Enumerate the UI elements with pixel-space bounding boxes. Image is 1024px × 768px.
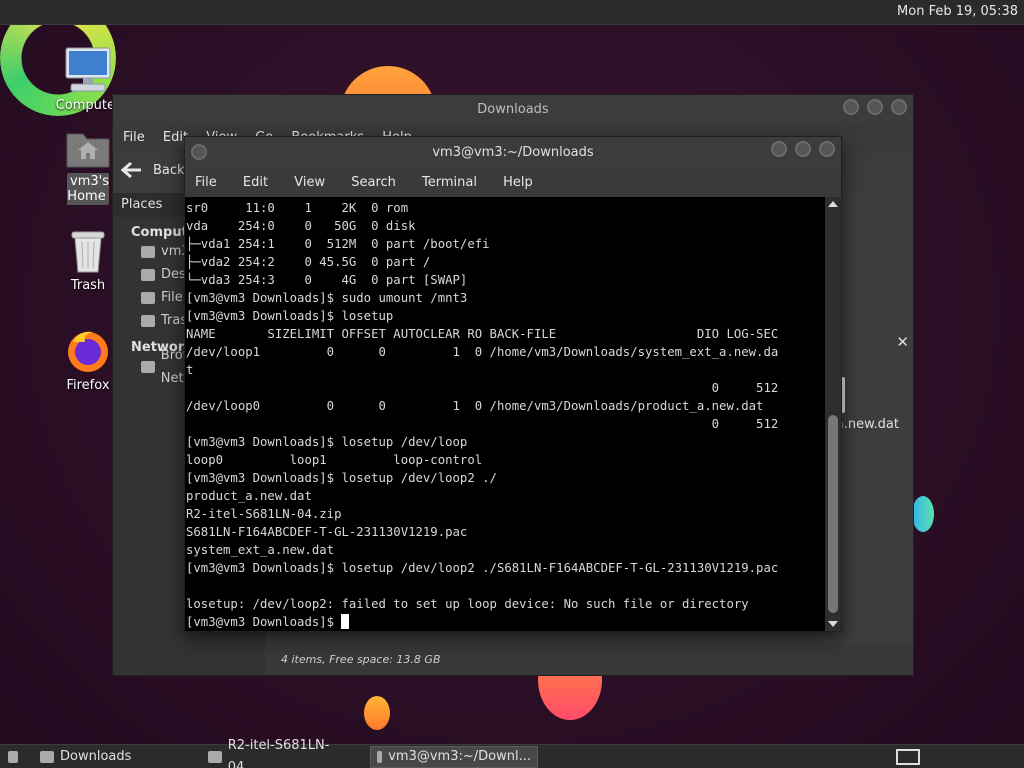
file-manager-statusbar: 4 items, Free space: 13.8 GB: [265, 645, 913, 675]
menu-edit[interactable]: Edit: [243, 175, 268, 190]
back-arrow-icon: [121, 161, 141, 179]
terminal-cursor: [341, 614, 350, 629]
minimize-button[interactable]: [771, 141, 787, 157]
terminal-output: sr0 11:0 1 2K 0 rom vda 254:0 0 50G 0 di…: [185, 197, 825, 631]
terminal-line: ├─vda1 254:1 0 512M 0 part /boot/efi: [186, 237, 490, 251]
taskbar-item-terminal[interactable]: vm3@vm3:~/Downl...: [370, 746, 538, 768]
top-panel: Mon Feb 19, 05:38: [0, 0, 1024, 25]
menu-view[interactable]: View: [294, 175, 325, 190]
menu-file[interactable]: File: [123, 130, 145, 145]
terminal-line: [vm3@vm3 Downloads]$ losetup /dev/loop2 …: [186, 471, 497, 485]
desktop-icon-label: Computer: [55, 98, 121, 113]
taskbar-item-label: R2-itel-S681LN-04....: [227, 738, 330, 768]
close-button[interactable]: [891, 99, 907, 115]
menu-terminal[interactable]: Terminal: [422, 175, 477, 190]
taskbar-item-zip[interactable]: R2-itel-S681LN-04....: [202, 738, 366, 768]
terminal-line: vda 254:0 0 50G 0 disk: [186, 219, 416, 233]
menu-help[interactable]: Help: [503, 175, 533, 190]
taskbar-item-label: Downloads: [60, 749, 132, 764]
menu-file[interactable]: File: [195, 175, 217, 190]
terminal-line: [vm3@vm3 Downloads]$ losetup /dev/loop2 …: [186, 561, 779, 575]
window-title: vm3@vm3:~/Downloads: [432, 145, 594, 160]
terminal-line: NAME SIZELIMIT OFFSET AUTOCLEAR RO BACK-…: [186, 327, 779, 341]
taskbar: Downloads R2-itel-S681LN-04.... vm3@vm3:…: [0, 738, 1024, 768]
terminal-line: t: [186, 363, 194, 377]
terminal-window[interactable]: vm3@vm3:~/Downloads File Edit View Searc…: [184, 136, 842, 632]
terminal-line: [vm3@vm3 Downloads]$ sudo umount /mnt3: [186, 291, 468, 305]
desktop: Mon Feb 19, 05:38 Computer vm3's Home Tr…: [0, 0, 1024, 768]
close-icon[interactable]: ✕: [896, 333, 909, 351]
archive-icon: [208, 751, 222, 763]
terminal-line: 0 512: [186, 417, 779, 431]
terminal-line: R2-itel-S681LN-04.zip: [186, 507, 342, 521]
terminal-line: [vm3@vm3 Downloads]$ losetup /dev/loop: [186, 435, 468, 449]
maximize-button[interactable]: [867, 99, 883, 115]
wallpaper-teal-shape: [912, 496, 934, 532]
maximize-button[interactable]: [795, 141, 811, 157]
desktop-icon-label: vm3's Home: [67, 173, 109, 205]
terminal-scrollbar[interactable]: [825, 197, 841, 631]
window-menu-button[interactable]: [191, 144, 207, 160]
file-item-label[interactable]: a.new.dat: [836, 417, 899, 432]
terminal-titlebar[interactable]: vm3@vm3:~/Downloads: [185, 137, 841, 169]
file-manager-titlebar[interactable]: Downloads: [113, 95, 913, 125]
terminal-line: 0 512: [186, 381, 779, 395]
window-controls: [771, 141, 835, 157]
terminal-line: S681LN-F164ABCDEF-T-GL-231130V1219.pac: [186, 525, 468, 539]
desktop-icon: [8, 751, 18, 763]
home-icon: [141, 245, 155, 258]
network-icon: [141, 360, 155, 373]
terminal-line: /dev/loop1 0 0 1 0 /home/vm3/Downloads/s…: [186, 345, 779, 359]
computer-icon: [65, 47, 111, 92]
terminal-menubar: File Edit View Search Terminal Help: [185, 169, 841, 197]
folder-icon: [40, 751, 54, 763]
workspace-switcher[interactable]: [896, 749, 920, 765]
terminal-line: system_ext_a.new.dat: [186, 543, 335, 557]
show-desktop-button[interactable]: [2, 746, 24, 768]
back-button[interactable]: Back: [121, 161, 185, 179]
clock[interactable]: Mon Feb 19, 05:38: [897, 4, 1018, 19]
close-button[interactable]: [819, 141, 835, 157]
terminal-icon: [377, 751, 383, 763]
drive-icon: [141, 291, 155, 304]
terminal-line: └─vda3 254:3 0 4G 0 part [SWAP]: [186, 273, 468, 287]
taskbar-item-label: vm3@vm3:~/Downl...: [388, 749, 531, 764]
window-title: Downloads: [477, 102, 549, 117]
back-label: Back: [153, 162, 185, 178]
terminal-line: loop0 loop1 loop-control: [186, 453, 483, 467]
desktop-icon-label: Trash: [70, 278, 106, 293]
scroll-down-icon[interactable]: [828, 621, 838, 627]
scrollbar-thumb[interactable]: [828, 415, 838, 613]
scroll-up-icon[interactable]: [828, 201, 838, 207]
terminal-line: ├─vda2 254:2 0 45.5G 0 part /: [186, 255, 431, 269]
firefox-icon: [68, 331, 108, 372]
home-folder-icon: [66, 133, 110, 168]
desktop-icon-label: Firefox: [66, 378, 110, 393]
terminal-line: product_a.new.dat: [186, 489, 312, 503]
terminal-line: losetup: /dev/loop2: failed to set up lo…: [186, 597, 749, 611]
window-controls: [843, 99, 907, 115]
menu-search[interactable]: Search: [351, 175, 396, 190]
terminal-line: [vm3@vm3 Downloads]$ losetup: [186, 309, 394, 323]
terminal-output-area[interactable]: sr0 11:0 1 2K 0 rom vda 254:0 0 50G 0 di…: [185, 197, 825, 631]
terminal-line: /dev/loop0 0 0 1 0 /home/vm3/Downloads/p…: [186, 399, 764, 413]
minimize-button[interactable]: [843, 99, 859, 115]
wallpaper-small-shape: [364, 696, 390, 730]
trash-icon: [141, 314, 155, 327]
terminal-line: [vm3@vm3 Downloads]$: [186, 615, 342, 629]
terminal-line: sr0 11:0 1 2K 0 rom: [186, 201, 409, 215]
taskbar-item-downloads[interactable]: Downloads: [34, 746, 196, 768]
desktop-icon: [141, 268, 155, 281]
trash-icon: [71, 231, 105, 273]
